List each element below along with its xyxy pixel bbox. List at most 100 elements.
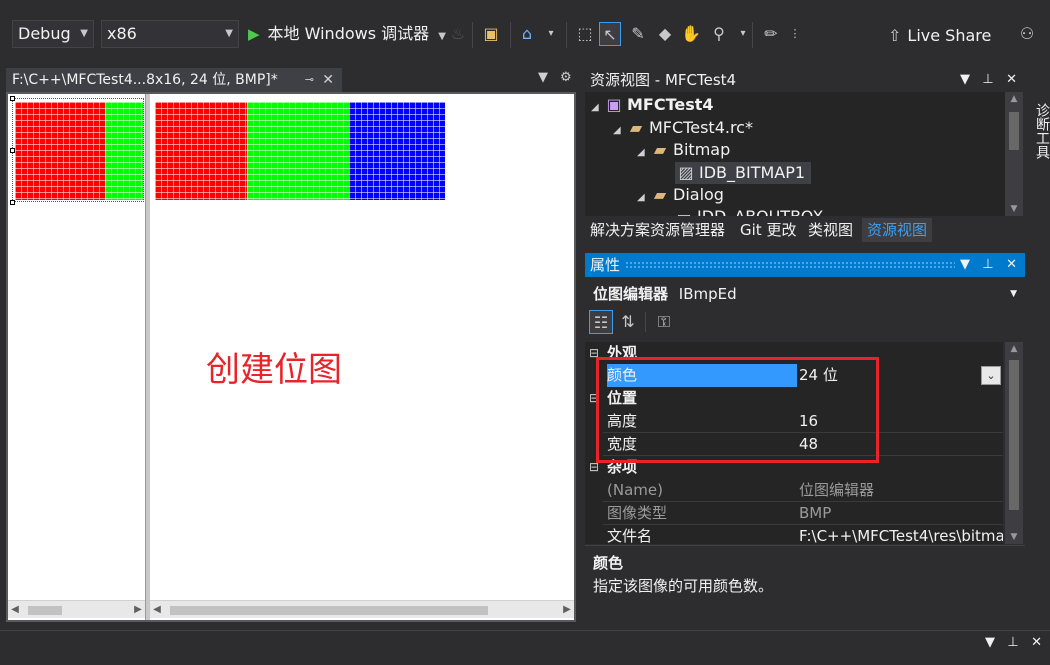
eyedropper-icon[interactable]: ✎ (627, 22, 649, 46)
expanded-icon: ◢ (637, 147, 645, 158)
chevron-down-icon: ▼ (80, 28, 88, 39)
hot-reload-icon[interactable]: ♨ (447, 22, 469, 46)
close-icon[interactable]: ✕ (1006, 257, 1017, 272)
pin-icon[interactable]: ⊥ (982, 72, 993, 87)
image-icon: ▨ (678, 163, 694, 182)
description-title: 颜色 (593, 554, 624, 572)
scroll-thumb[interactable] (170, 606, 488, 615)
tab-dropdown-icon[interactable]: ▼ (538, 70, 548, 85)
property-value: BMP (799, 504, 832, 522)
expanded-icon: ◢ (591, 102, 599, 113)
eraser-icon[interactable]: ◆ (654, 22, 676, 46)
object-type: IBmpEd (678, 285, 737, 303)
tree-item-label: IDB_BITMAP1 (699, 163, 806, 182)
zoom-icon[interactable]: ⚲ (708, 22, 730, 46)
tool-window-tabs: 解决方案资源管理器 Git 更改 类视图 资源视图 (585, 218, 1025, 242)
project-icon: ▣ (606, 95, 622, 114)
folder-search-icon[interactable]: ▣ (480, 22, 502, 46)
scroll-right-icon[interactable]: ▶ (131, 601, 145, 619)
start-debugging-button[interactable]: ▶ 本地 Windows 调试器 ▼ (248, 20, 446, 48)
categorized-icon[interactable]: ☷ (589, 310, 613, 334)
scroll-right-icon[interactable]: ▶ (560, 601, 574, 619)
resource-view-title: 资源视图 - MFCTest4 (590, 71, 737, 89)
bottom-panel: ▼ ⊥ ✕ (0, 630, 1050, 665)
rect-select-icon[interactable]: ⬚ (574, 22, 596, 46)
property-row-name[interactable]: (Name) 位图编辑器 (585, 479, 1003, 502)
dialog-icon: ▭ (675, 206, 693, 216)
right-horizontal-scrollbar[interactable]: ◀ ▶ (150, 600, 574, 618)
feedback-icon[interactable]: ⚇ (1016, 22, 1038, 46)
gear-icon[interactable]: ⚙ (560, 70, 572, 85)
green-pixels (105, 102, 143, 200)
close-icon[interactable]: ✕ (322, 68, 334, 92)
diagnostic-tools-tab[interactable]: 诊断工具 (1030, 66, 1050, 196)
property-row-image-type[interactable]: 图像类型 BMP (585, 502, 1003, 525)
document-tab[interactable]: F:\C++\MFCTest4...8x16, 24 位, BMP]* ⊸ ✕ (6, 68, 342, 92)
close-icon[interactable]: ✕ (1031, 635, 1042, 650)
resize-handle[interactable] (10, 200, 15, 205)
bitmap-canvas[interactable] (155, 102, 445, 200)
dropdown-icon[interactable]: ▼ (960, 257, 970, 272)
chevron-down-icon[interactable]: ▾ (732, 22, 754, 46)
live-share-button[interactable]: ⇧ Live Share (888, 22, 991, 50)
property-row-filename[interactable]: 文件名 F:\C++\MFCTest4\res\bitma (585, 525, 1003, 544)
dropdown-icon[interactable]: ▼ (960, 72, 970, 87)
home-icon[interactable]: ⌂ (516, 22, 538, 46)
left-horizontal-scrollbar[interactable]: ◀ ▶ (8, 600, 145, 618)
dropdown-icon[interactable]: ▼ (985, 635, 995, 650)
overflow-icon[interactable]: ⋮ (784, 22, 806, 46)
resource-tree-scrollbar[interactable]: ▲ ▼ (1005, 92, 1023, 216)
scroll-thumb[interactable] (1009, 112, 1019, 150)
folder-open-icon: ▰ (653, 185, 667, 204)
scroll-thumb[interactable] (1009, 360, 1019, 510)
chevron-down-icon[interactable]: ⌄ (981, 366, 1001, 385)
resize-handle[interactable] (10, 148, 15, 153)
properties-title: 属性 (590, 256, 621, 274)
resize-handle[interactable] (10, 96, 15, 101)
pencil-icon[interactable]: ✏ (760, 22, 782, 46)
platform-dropdown[interactable]: x86 ▼ (101, 20, 239, 48)
tab-solution-explorer[interactable]: 解决方案资源管理器 (585, 218, 730, 242)
alphabetical-icon[interactable]: ⇅ (617, 310, 639, 334)
platform-value: x86 (107, 24, 137, 43)
tree-item-label: Dialog (673, 185, 724, 204)
pin-icon[interactable]: ⊥ (982, 257, 993, 272)
panel-controls: ▼ ⊥ ✕ (985, 635, 1042, 650)
object-selector[interactable]: 位图编辑器 IBmpEd ▼ (585, 281, 1025, 307)
property-pages-icon[interactable]: ⚿ (653, 310, 675, 334)
property-value[interactable]: F:\C++\MFCTest4\res\bitma (799, 525, 1003, 544)
tree-item-rc[interactable]: ◢ ▰ MFCTest4.rc* (613, 117, 753, 139)
tree-item-project[interactable]: ◢ ▣ MFCTest4 (591, 94, 714, 116)
tree-item-bitmap[interactable]: ◢ ▰ Bitmap (637, 139, 730, 161)
scroll-up-icon[interactable]: ▲ (1005, 94, 1023, 104)
chevron-down-icon[interactable]: ▾ (540, 22, 562, 46)
chevron-down-icon: ▼ (438, 31, 446, 42)
scroll-left-icon[interactable]: ◀ (8, 601, 22, 619)
scroll-thumb[interactable] (28, 606, 62, 615)
tree-item-aboutbox[interactable]: ▭ IDD_ABOUTBOX (675, 206, 823, 216)
pin-icon[interactable]: ⊸ (305, 68, 314, 92)
property-grid-scrollbar[interactable]: ▲ ▼ (1005, 342, 1023, 544)
close-icon[interactable]: ✕ (1006, 72, 1017, 87)
tab-git-changes[interactable]: Git 更改 (735, 218, 801, 242)
scroll-down-icon[interactable]: ▼ (1005, 204, 1023, 214)
scroll-left-icon[interactable]: ◀ (150, 601, 164, 619)
fill-icon[interactable]: ✋ (680, 22, 702, 46)
tab-resource-view[interactable]: 资源视图 (862, 218, 933, 242)
tree-item-dialog[interactable]: ◢ ▰ Dialog (637, 184, 724, 206)
pin-icon[interactable]: ⊥ (1007, 635, 1018, 650)
red-pixels (155, 102, 247, 200)
title-grip (625, 261, 955, 269)
solution-config-value: Debug (18, 24, 71, 43)
bitmap-thumbnail[interactable] (15, 102, 143, 200)
scroll-up-icon[interactable]: ▲ (1005, 344, 1023, 354)
scroll-down-icon[interactable]: ▼ (1005, 532, 1023, 542)
tree-item-idb-bitmap1[interactable]: ▨ IDB_BITMAP1 (675, 162, 812, 184)
tree-item-label: IDD_ABOUTBOX (697, 207, 823, 216)
lasso-select-icon[interactable]: ↖ (599, 22, 621, 46)
properties-title-bar: 属性 ▼ ⊥ ✕ (585, 253, 1025, 277)
tab-class-view[interactable]: 类视图 (803, 218, 858, 242)
solution-config-dropdown[interactable]: Debug ▼ (12, 20, 94, 48)
toolbar-separator (752, 22, 753, 48)
green-pixels (247, 102, 349, 200)
